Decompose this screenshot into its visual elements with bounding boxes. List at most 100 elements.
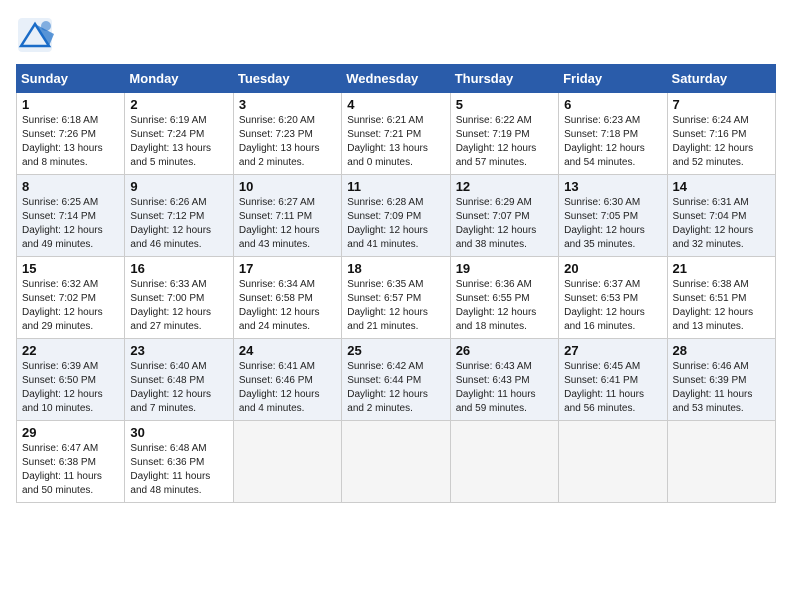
calendar-cell: 16 Sunrise: 6:33 AM Sunset: 7:00 PM Dayl…: [125, 257, 233, 339]
day-detail: Sunrise: 6:18 AM Sunset: 7:26 PM Dayligh…: [22, 114, 119, 170]
calendar-cell: 24 Sunrise: 6:41 AM Sunset: 6:46 PM Dayl…: [233, 339, 341, 421]
calendar-cell: 29 Sunrise: 6:47 AM Sunset: 6:38 PM Dayl…: [17, 421, 125, 503]
calendar-cell: 18 Sunrise: 6:35 AM Sunset: 6:57 PM Dayl…: [342, 257, 450, 339]
day-number: 19: [456, 261, 553, 276]
day-number: 24: [239, 343, 336, 358]
calendar-cell: [233, 421, 341, 503]
day-number: 16: [130, 261, 227, 276]
col-thursday: Thursday: [450, 65, 558, 93]
calendar-cell: 4 Sunrise: 6:21 AM Sunset: 7:21 PM Dayli…: [342, 93, 450, 175]
day-detail: Sunrise: 6:21 AM Sunset: 7:21 PM Dayligh…: [347, 114, 444, 170]
calendar-cell: 21 Sunrise: 6:38 AM Sunset: 6:51 PM Dayl…: [667, 257, 775, 339]
day-number: 3: [239, 97, 336, 112]
day-detail: Sunrise: 6:33 AM Sunset: 7:00 PM Dayligh…: [130, 278, 227, 334]
calendar-cell: 20 Sunrise: 6:37 AM Sunset: 6:53 PM Dayl…: [559, 257, 667, 339]
day-detail: Sunrise: 6:45 AM Sunset: 6:41 PM Dayligh…: [564, 360, 661, 416]
day-detail: Sunrise: 6:23 AM Sunset: 7:18 PM Dayligh…: [564, 114, 661, 170]
day-number: 4: [347, 97, 444, 112]
day-detail: Sunrise: 6:32 AM Sunset: 7:02 PM Dayligh…: [22, 278, 119, 334]
day-number: 18: [347, 261, 444, 276]
calendar-week-2: 8 Sunrise: 6:25 AM Sunset: 7:14 PM Dayli…: [17, 175, 776, 257]
col-wednesday: Wednesday: [342, 65, 450, 93]
calendar-cell: [342, 421, 450, 503]
calendar-cell: 27 Sunrise: 6:45 AM Sunset: 6:41 PM Dayl…: [559, 339, 667, 421]
day-detail: Sunrise: 6:38 AM Sunset: 6:51 PM Dayligh…: [673, 278, 770, 334]
calendar-cell: 28 Sunrise: 6:46 AM Sunset: 6:39 PM Dayl…: [667, 339, 775, 421]
calendar-cell: 14 Sunrise: 6:31 AM Sunset: 7:04 PM Dayl…: [667, 175, 775, 257]
day-detail: Sunrise: 6:25 AM Sunset: 7:14 PM Dayligh…: [22, 196, 119, 252]
calendar-cell: 19 Sunrise: 6:36 AM Sunset: 6:55 PM Dayl…: [450, 257, 558, 339]
calendar-cell: [450, 421, 558, 503]
day-detail: Sunrise: 6:47 AM Sunset: 6:38 PM Dayligh…: [22, 442, 119, 498]
calendar-cell: 2 Sunrise: 6:19 AM Sunset: 7:24 PM Dayli…: [125, 93, 233, 175]
calendar-cell: 7 Sunrise: 6:24 AM Sunset: 7:16 PM Dayli…: [667, 93, 775, 175]
day-number: 17: [239, 261, 336, 276]
calendar-cell: 23 Sunrise: 6:40 AM Sunset: 6:48 PM Dayl…: [125, 339, 233, 421]
logo: [16, 16, 58, 54]
day-number: 12: [456, 179, 553, 194]
day-number: 25: [347, 343, 444, 358]
day-number: 28: [673, 343, 770, 358]
calendar-week-4: 22 Sunrise: 6:39 AM Sunset: 6:50 PM Dayl…: [17, 339, 776, 421]
calendar-cell: 1 Sunrise: 6:18 AM Sunset: 7:26 PM Dayli…: [17, 93, 125, 175]
day-detail: Sunrise: 6:26 AM Sunset: 7:12 PM Dayligh…: [130, 196, 227, 252]
day-detail: Sunrise: 6:22 AM Sunset: 7:19 PM Dayligh…: [456, 114, 553, 170]
day-detail: Sunrise: 6:41 AM Sunset: 6:46 PM Dayligh…: [239, 360, 336, 416]
calendar-header: Sunday Monday Tuesday Wednesday Thursday…: [17, 65, 776, 93]
day-detail: Sunrise: 6:24 AM Sunset: 7:16 PM Dayligh…: [673, 114, 770, 170]
day-number: 11: [347, 179, 444, 194]
day-detail: Sunrise: 6:20 AM Sunset: 7:23 PM Dayligh…: [239, 114, 336, 170]
header-row: Sunday Monday Tuesday Wednesday Thursday…: [17, 65, 776, 93]
calendar-cell: 25 Sunrise: 6:42 AM Sunset: 6:44 PM Dayl…: [342, 339, 450, 421]
day-number: 6: [564, 97, 661, 112]
day-detail: Sunrise: 6:40 AM Sunset: 6:48 PM Dayligh…: [130, 360, 227, 416]
calendar-table: Sunday Monday Tuesday Wednesday Thursday…: [16, 64, 776, 503]
col-sunday: Sunday: [17, 65, 125, 93]
calendar-week-1: 1 Sunrise: 6:18 AM Sunset: 7:26 PM Dayli…: [17, 93, 776, 175]
day-number: 14: [673, 179, 770, 194]
col-friday: Friday: [559, 65, 667, 93]
col-monday: Monday: [125, 65, 233, 93]
page-header: [16, 16, 776, 54]
calendar-cell: 10 Sunrise: 6:27 AM Sunset: 7:11 PM Dayl…: [233, 175, 341, 257]
calendar-cell: 22 Sunrise: 6:39 AM Sunset: 6:50 PM Dayl…: [17, 339, 125, 421]
calendar-cell: 26 Sunrise: 6:43 AM Sunset: 6:43 PM Dayl…: [450, 339, 558, 421]
day-number: 2: [130, 97, 227, 112]
day-detail: Sunrise: 6:34 AM Sunset: 6:58 PM Dayligh…: [239, 278, 336, 334]
calendar-body: 1 Sunrise: 6:18 AM Sunset: 7:26 PM Dayli…: [17, 93, 776, 503]
day-number: 15: [22, 261, 119, 276]
day-detail: Sunrise: 6:19 AM Sunset: 7:24 PM Dayligh…: [130, 114, 227, 170]
calendar-cell: 5 Sunrise: 6:22 AM Sunset: 7:19 PM Dayli…: [450, 93, 558, 175]
day-number: 22: [22, 343, 119, 358]
day-detail: Sunrise: 6:43 AM Sunset: 6:43 PM Dayligh…: [456, 360, 553, 416]
day-detail: Sunrise: 6:28 AM Sunset: 7:09 PM Dayligh…: [347, 196, 444, 252]
day-detail: Sunrise: 6:39 AM Sunset: 6:50 PM Dayligh…: [22, 360, 119, 416]
calendar-cell: 17 Sunrise: 6:34 AM Sunset: 6:58 PM Dayl…: [233, 257, 341, 339]
day-detail: Sunrise: 6:46 AM Sunset: 6:39 PM Dayligh…: [673, 360, 770, 416]
calendar-week-5: 29 Sunrise: 6:47 AM Sunset: 6:38 PM Dayl…: [17, 421, 776, 503]
calendar-cell: 3 Sunrise: 6:20 AM Sunset: 7:23 PM Dayli…: [233, 93, 341, 175]
day-number: 1: [22, 97, 119, 112]
col-tuesday: Tuesday: [233, 65, 341, 93]
day-detail: Sunrise: 6:35 AM Sunset: 6:57 PM Dayligh…: [347, 278, 444, 334]
calendar-cell: 30 Sunrise: 6:48 AM Sunset: 6:36 PM Dayl…: [125, 421, 233, 503]
day-number: 30: [130, 425, 227, 440]
day-number: 21: [673, 261, 770, 276]
logo-icon: [16, 16, 54, 54]
day-number: 20: [564, 261, 661, 276]
day-number: 13: [564, 179, 661, 194]
day-detail: Sunrise: 6:29 AM Sunset: 7:07 PM Dayligh…: [456, 196, 553, 252]
day-detail: Sunrise: 6:37 AM Sunset: 6:53 PM Dayligh…: [564, 278, 661, 334]
day-detail: Sunrise: 6:30 AM Sunset: 7:05 PM Dayligh…: [564, 196, 661, 252]
calendar-cell: 11 Sunrise: 6:28 AM Sunset: 7:09 PM Dayl…: [342, 175, 450, 257]
calendar-cell: [667, 421, 775, 503]
day-number: 26: [456, 343, 553, 358]
day-number: 7: [673, 97, 770, 112]
col-saturday: Saturday: [667, 65, 775, 93]
day-number: 9: [130, 179, 227, 194]
day-detail: Sunrise: 6:27 AM Sunset: 7:11 PM Dayligh…: [239, 196, 336, 252]
calendar-week-3: 15 Sunrise: 6:32 AM Sunset: 7:02 PM Dayl…: [17, 257, 776, 339]
calendar-cell: 15 Sunrise: 6:32 AM Sunset: 7:02 PM Dayl…: [17, 257, 125, 339]
calendar-cell: 13 Sunrise: 6:30 AM Sunset: 7:05 PM Dayl…: [559, 175, 667, 257]
calendar-cell: 12 Sunrise: 6:29 AM Sunset: 7:07 PM Dayl…: [450, 175, 558, 257]
